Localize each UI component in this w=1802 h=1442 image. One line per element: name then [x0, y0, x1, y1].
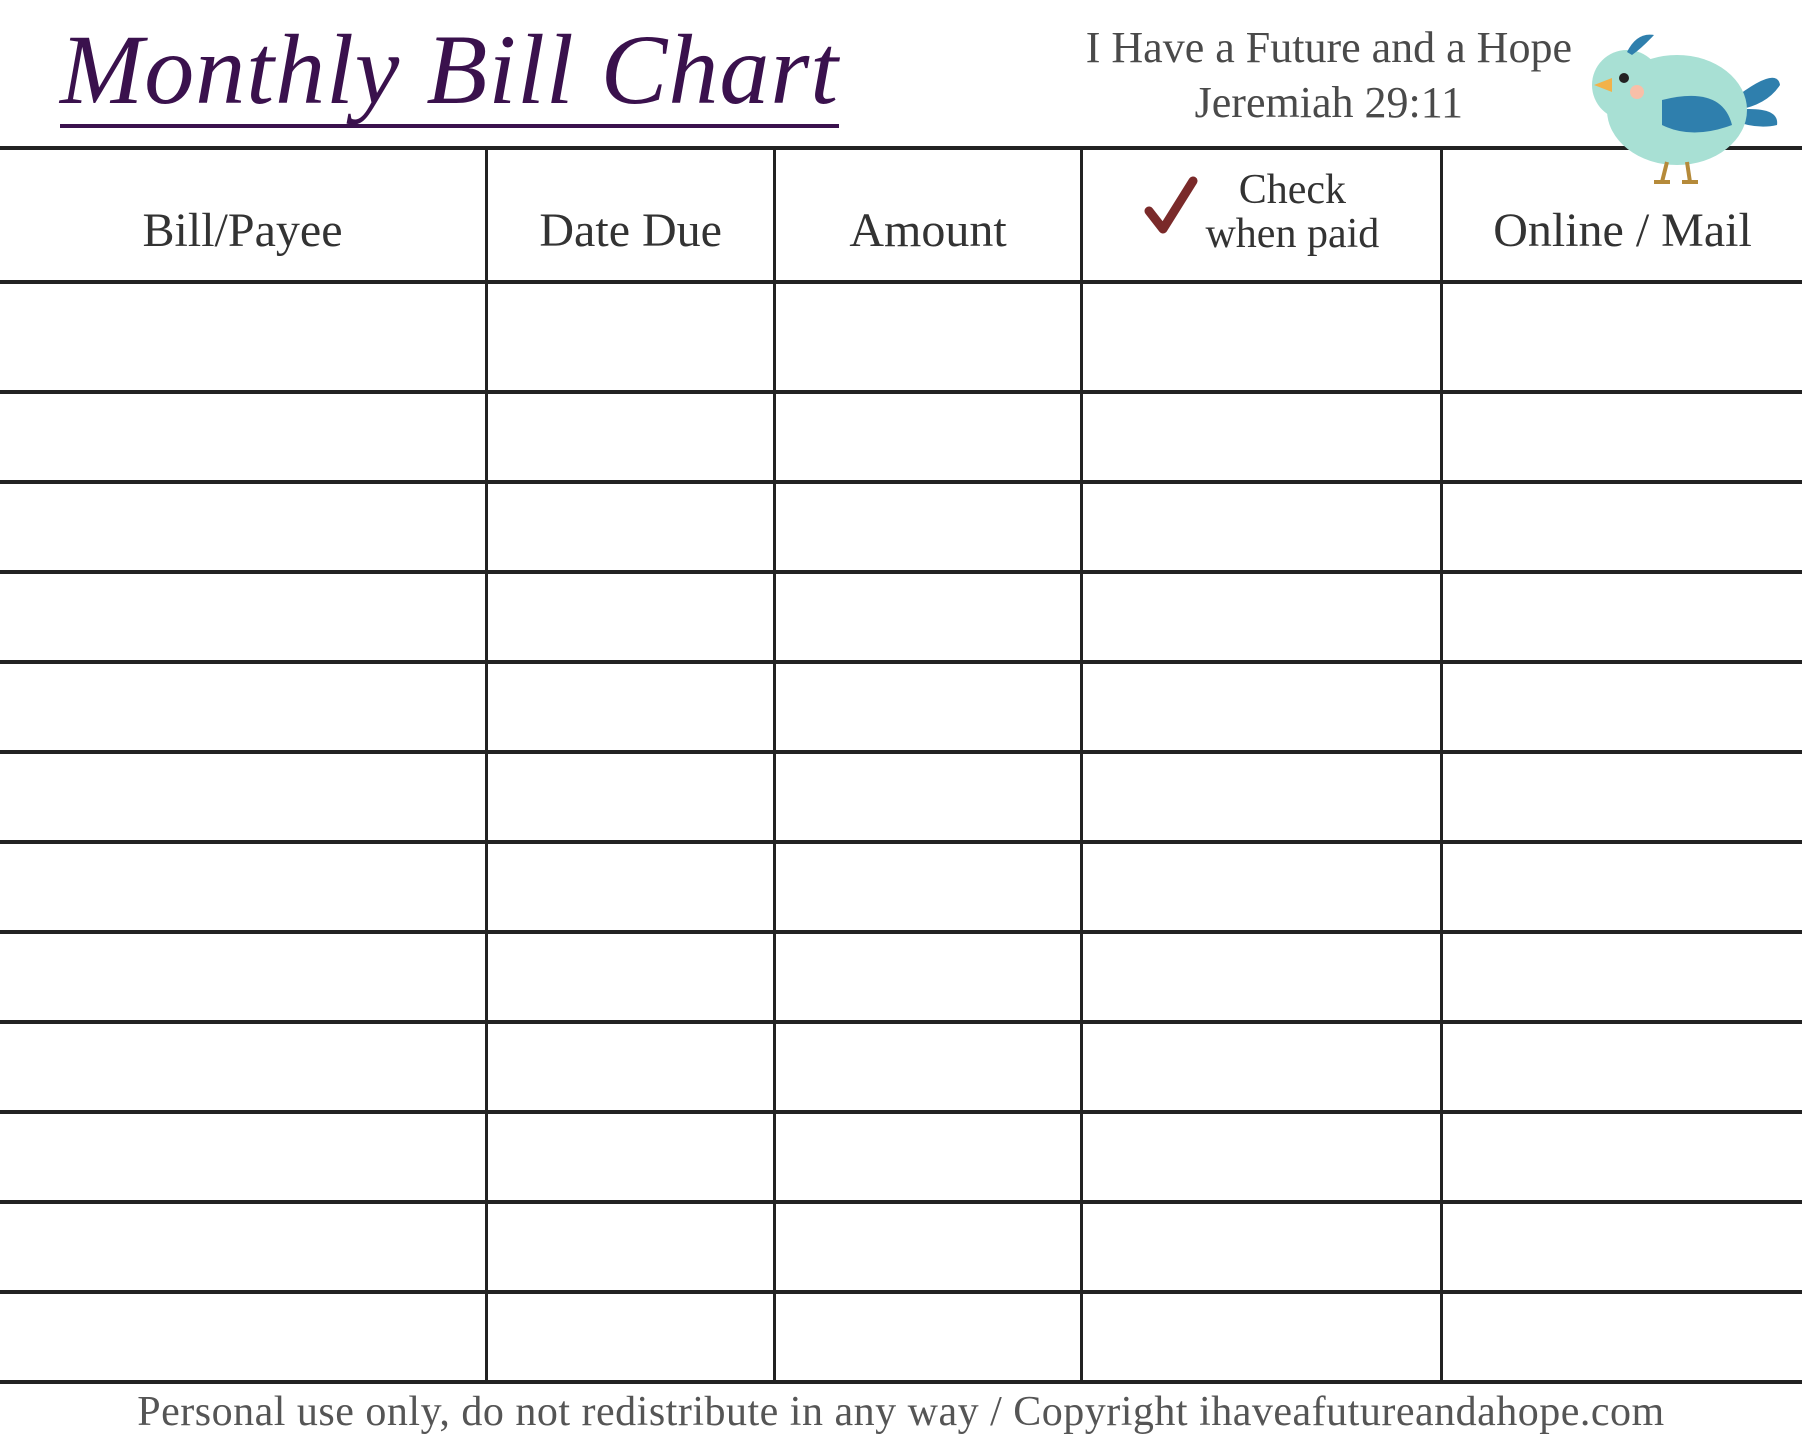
- table-row: [0, 1292, 1802, 1382]
- table-body: [0, 282, 1802, 1382]
- cell-paid[interactable]: [1081, 1202, 1441, 1292]
- cell-online_mail[interactable]: [1442, 282, 1802, 392]
- header: Monthly Bill Chart I Have a Future and a…: [0, 0, 1802, 140]
- table-header-row: Bill/Payee Date Due Amount Check when pa…: [0, 148, 1802, 282]
- cell-online_mail[interactable]: [1442, 662, 1802, 752]
- cell-online_mail[interactable]: [1442, 1202, 1802, 1292]
- table-row: [0, 482, 1802, 572]
- checkmark-icon: [1143, 175, 1199, 249]
- cell-paid[interactable]: [1081, 482, 1441, 572]
- cell-amount[interactable]: [775, 1112, 1081, 1202]
- cell-online_mail[interactable]: [1442, 1292, 1802, 1382]
- cell-amount[interactable]: [775, 572, 1081, 662]
- footer-text: Personal use only, do not redistribute i…: [0, 1384, 1802, 1436]
- col-header-check-when-paid: Check when paid: [1081, 148, 1441, 282]
- cell-paid[interactable]: [1081, 932, 1441, 1022]
- cell-online_mail[interactable]: [1442, 752, 1802, 842]
- col-header-check-line1: Check: [1239, 167, 1346, 213]
- cell-amount[interactable]: [775, 392, 1081, 482]
- table-row: [0, 752, 1802, 842]
- table-row: [0, 1022, 1802, 1112]
- table-row: [0, 1202, 1802, 1292]
- cell-amount[interactable]: [775, 1022, 1081, 1112]
- cell-date_due[interactable]: [487, 482, 775, 572]
- cell-date_due[interactable]: [487, 392, 775, 482]
- page-title: Monthly Bill Chart: [60, 20, 839, 128]
- cell-amount[interactable]: [775, 752, 1081, 842]
- cell-date_due[interactable]: [487, 1292, 775, 1382]
- cell-payee[interactable]: [0, 932, 487, 1022]
- col-header-check-line2: when paid: [1205, 211, 1379, 257]
- cell-date_due[interactable]: [487, 842, 775, 932]
- cell-payee[interactable]: [0, 842, 487, 932]
- cell-amount[interactable]: [775, 482, 1081, 572]
- cell-online_mail[interactable]: [1442, 932, 1802, 1022]
- quote-line-1: I Have a Future and a Hope: [1086, 20, 1572, 75]
- cell-date_due[interactable]: [487, 662, 775, 752]
- cell-amount[interactable]: [775, 1292, 1081, 1382]
- cell-amount[interactable]: [775, 842, 1081, 932]
- cell-paid[interactable]: [1081, 1022, 1441, 1112]
- table-row: [0, 392, 1802, 482]
- cell-online_mail[interactable]: [1442, 1022, 1802, 1112]
- cell-amount[interactable]: [775, 1202, 1081, 1292]
- col-header-amount: Amount: [775, 148, 1081, 282]
- cell-amount[interactable]: [775, 282, 1081, 392]
- cell-payee[interactable]: [0, 572, 487, 662]
- cell-date_due[interactable]: [487, 572, 775, 662]
- cell-payee[interactable]: [0, 482, 487, 572]
- cell-payee[interactable]: [0, 662, 487, 752]
- cell-date_due[interactable]: [487, 752, 775, 842]
- cell-date_due[interactable]: [487, 1202, 775, 1292]
- quote-line-2: Jeremiah 29:11: [1086, 75, 1572, 130]
- cell-payee[interactable]: [0, 1202, 487, 1292]
- cell-paid[interactable]: [1081, 752, 1441, 842]
- cell-paid[interactable]: [1081, 282, 1441, 392]
- col-header-date-due: Date Due: [487, 148, 775, 282]
- bill-chart-table: Bill/Payee Date Due Amount Check when pa…: [0, 146, 1802, 1384]
- cell-amount[interactable]: [775, 932, 1081, 1022]
- cell-online_mail[interactable]: [1442, 392, 1802, 482]
- cell-date_due[interactable]: [487, 282, 775, 392]
- cell-online_mail[interactable]: [1442, 1112, 1802, 1202]
- cell-payee[interactable]: [0, 1292, 487, 1382]
- table-row: [0, 1112, 1802, 1202]
- table-row: [0, 572, 1802, 662]
- table-row: [0, 282, 1802, 392]
- cell-amount[interactable]: [775, 662, 1081, 752]
- cell-paid[interactable]: [1081, 1112, 1441, 1202]
- table-row: [0, 662, 1802, 752]
- cell-date_due[interactable]: [487, 1112, 775, 1202]
- cell-payee[interactable]: [0, 392, 487, 482]
- col-header-payee: Bill/Payee: [0, 148, 487, 282]
- cell-paid[interactable]: [1081, 1292, 1441, 1382]
- table-row: [0, 842, 1802, 932]
- cell-payee[interactable]: [0, 282, 487, 392]
- cell-paid[interactable]: [1081, 572, 1441, 662]
- cell-paid[interactable]: [1081, 392, 1441, 482]
- cell-payee[interactable]: [0, 1022, 487, 1112]
- cell-date_due[interactable]: [487, 932, 775, 1022]
- cell-payee[interactable]: [0, 752, 487, 842]
- cell-payee[interactable]: [0, 1112, 487, 1202]
- cell-online_mail[interactable]: [1442, 572, 1802, 662]
- table-row: [0, 932, 1802, 1022]
- cell-date_due[interactable]: [487, 1022, 775, 1112]
- cell-paid[interactable]: [1081, 842, 1441, 932]
- bird-icon: [1582, 30, 1782, 195]
- cell-online_mail[interactable]: [1442, 482, 1802, 572]
- cell-online_mail[interactable]: [1442, 842, 1802, 932]
- cell-paid[interactable]: [1081, 662, 1441, 752]
